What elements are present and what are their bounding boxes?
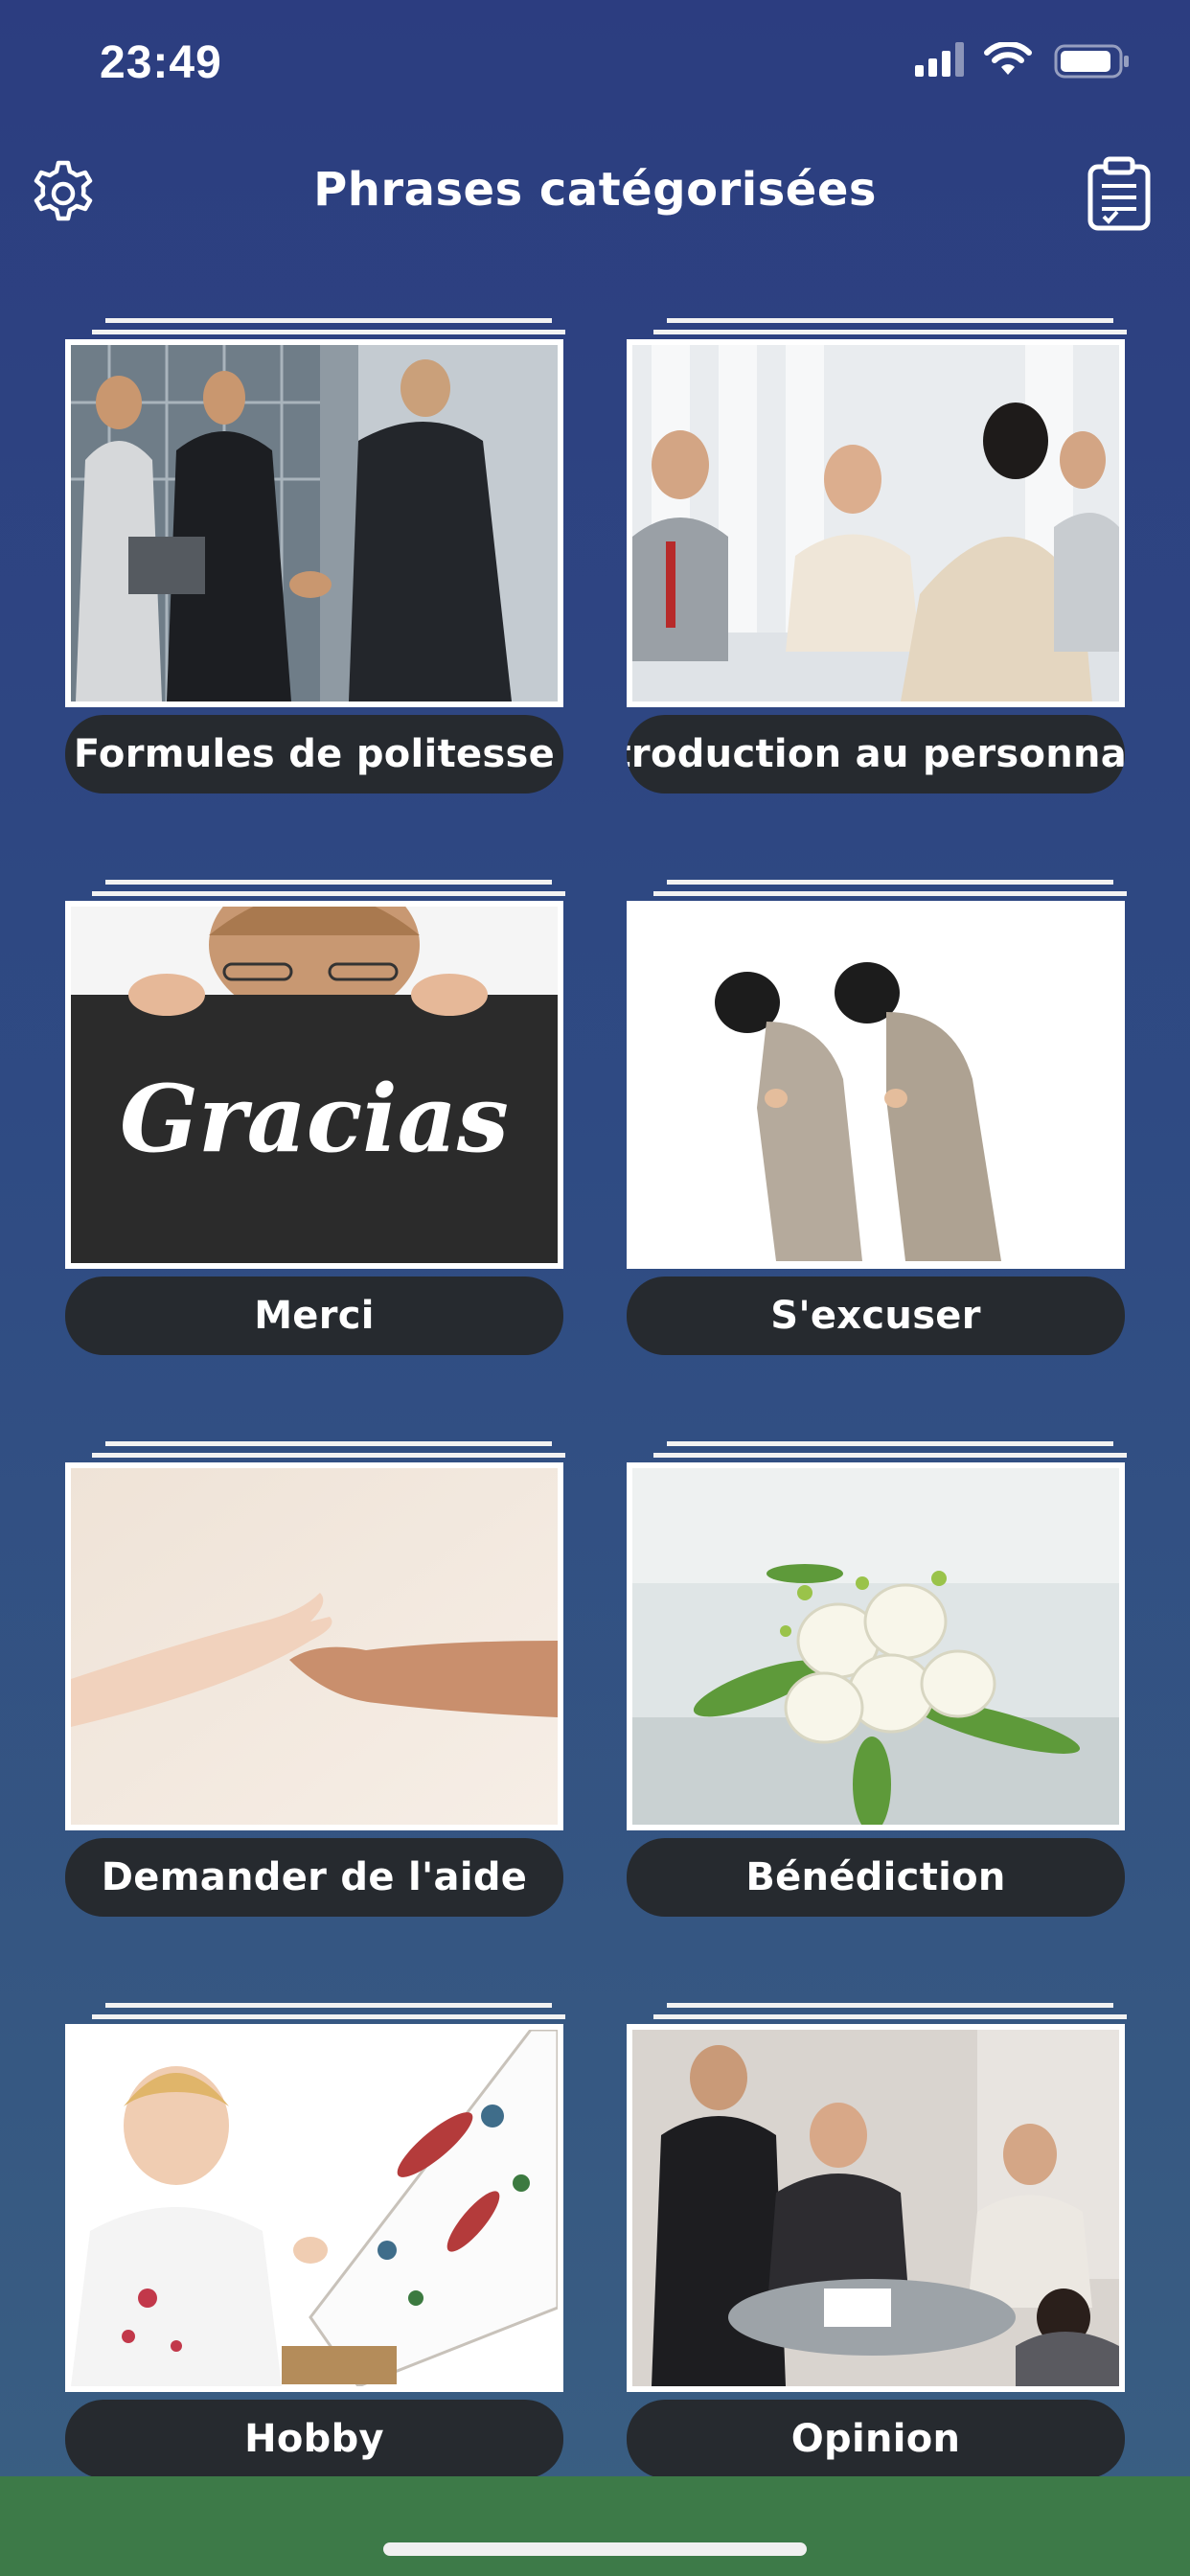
gracias-sign-photo: Gracias — [71, 907, 558, 1263]
category-image — [65, 2024, 563, 2392]
category-card-demander-aide[interactable]: Demander de l'aide — [65, 1441, 565, 1920]
card-stack-lines — [640, 1441, 1127, 1459]
category-card-formules[interactable]: Formules de politesse — [65, 318, 565, 797]
category-label: Hobby — [65, 2400, 563, 2478]
category-label: Opinion — [627, 2400, 1125, 2478]
category-card-opinion[interactable]: Opinion — [627, 2003, 1127, 2482]
white-roses-bouquet-photo — [632, 1468, 1119, 1825]
reaching-hands-photo — [71, 1468, 558, 1825]
bowing-women-photo — [632, 907, 1119, 1263]
category-image — [627, 1462, 1125, 1830]
card-stack-lines — [79, 2003, 565, 2020]
page-title: Phrases catégorisées — [313, 163, 877, 217]
card-stack-lines — [640, 318, 1127, 335]
category-card-introduction[interactable]: Introduction au personnage — [627, 318, 1127, 797]
child-painting-photo — [71, 2030, 558, 2386]
category-image — [627, 339, 1125, 707]
category-card-merci[interactable]: Gracias Merci — [65, 880, 565, 1359]
nav-bar: Phrases catégorisées — [0, 134, 1190, 249]
clipboard-button[interactable] — [1085, 155, 1154, 232]
business-discussion-photo — [632, 2030, 1119, 2386]
category-label: Merci — [65, 1276, 563, 1355]
status-time: 23:49 — [100, 37, 222, 88]
clipboard-check-icon — [1087, 156, 1151, 231]
home-indicator[interactable] — [383, 2542, 807, 2556]
battery-icon — [1054, 44, 1129, 79]
business-handshake-photo — [71, 345, 558, 702]
card-stack-lines — [79, 1441, 565, 1459]
office-meeting-photo — [632, 345, 1119, 702]
category-card-benediction[interactable]: Bénédiction — [627, 1441, 1127, 1920]
status-bar: 23:49 — [0, 0, 1190, 134]
category-image — [65, 339, 563, 707]
category-label: Formules de politesse — [65, 715, 563, 794]
category-label: Introduction au personnage — [627, 715, 1125, 794]
signal-icon — [915, 42, 964, 77]
card-stack-lines — [79, 880, 565, 897]
category-image — [65, 1462, 563, 1830]
category-label: Bénédiction — [627, 1838, 1125, 1917]
category-label: S'excuser — [627, 1276, 1125, 1355]
category-card-sexcuser[interactable]: S'excuser — [627, 880, 1127, 1359]
card-stack-lines — [79, 318, 565, 335]
card-stack-lines — [640, 880, 1127, 897]
category-image — [627, 2024, 1125, 2392]
category-card-hobby[interactable]: Hobby — [65, 2003, 565, 2482]
gracias-sign-text: Gracias — [120, 1065, 509, 1173]
category-image: Gracias — [65, 901, 563, 1269]
wifi-icon — [984, 42, 1032, 75]
category-image — [627, 901, 1125, 1269]
category-label: Demander de l'aide — [65, 1838, 563, 1917]
bottom-bar — [0, 2476, 1190, 2576]
card-stack-lines — [640, 2003, 1127, 2020]
